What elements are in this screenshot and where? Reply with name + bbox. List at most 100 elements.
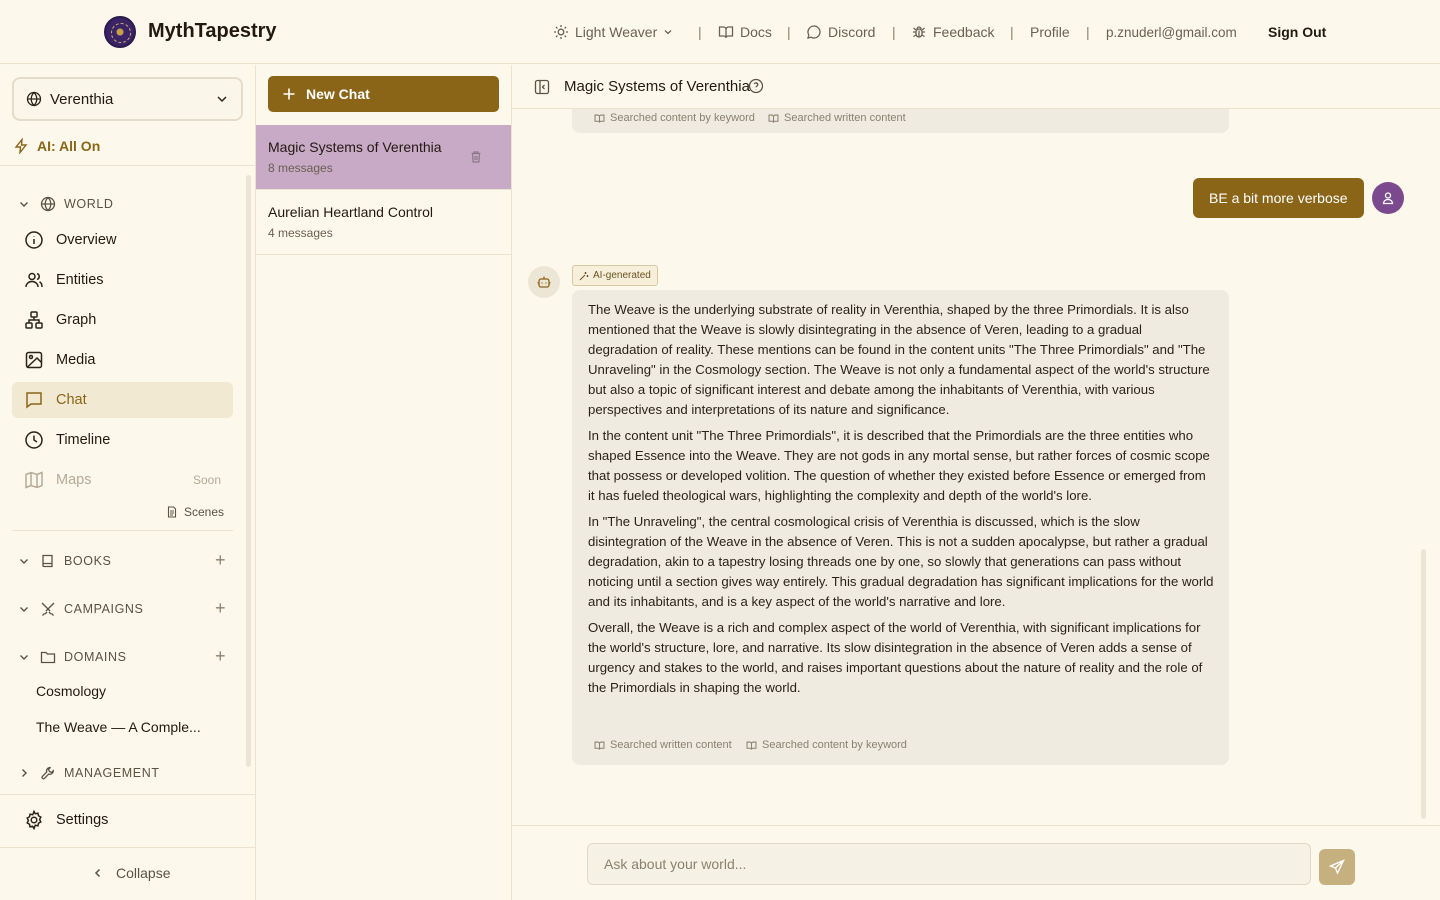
nav-media[interactable]: Media xyxy=(12,342,233,378)
chat-list-item[interactable]: Magic Systems of Verenthia 8 messages xyxy=(256,125,511,190)
book-open-icon xyxy=(768,114,779,123)
ai-status-toggle[interactable]: AI: All On xyxy=(13,138,100,154)
wrench-icon xyxy=(41,766,54,780)
map-icon xyxy=(25,471,43,489)
chat-meta: 8 messages xyxy=(268,161,333,175)
management-section-header[interactable]: MANAGEMENT xyxy=(18,765,160,781)
chevron-down-icon xyxy=(217,96,227,103)
trash-icon[interactable] xyxy=(469,150,483,164)
ai-generated-badge: AI-generated xyxy=(572,265,658,286)
collapse-sidebar-button[interactable]: Collapse xyxy=(92,865,170,881)
nav-separator: | xyxy=(698,24,702,40)
chevron-right-icon xyxy=(22,769,27,777)
divider xyxy=(0,165,256,166)
message-circle-icon xyxy=(807,25,821,39)
source-chip[interactable]: Searched content by keyword xyxy=(594,112,755,124)
chat-icon xyxy=(26,392,42,409)
domain-item[interactable]: The Weave — A Comple... xyxy=(36,719,201,735)
globe-icon xyxy=(40,196,56,212)
conversation-header: Magic Systems of Verenthia xyxy=(512,65,1440,109)
sun-icon xyxy=(554,25,568,39)
world-selector[interactable]: Verenthia xyxy=(12,77,243,121)
file-text-icon xyxy=(167,506,177,518)
book-open-icon xyxy=(718,26,734,39)
books-section-header[interactable]: BOOKS xyxy=(18,553,111,569)
send-button[interactable] xyxy=(1319,849,1355,885)
nav-separator: | xyxy=(892,24,896,40)
chevron-down-icon xyxy=(20,559,28,564)
ai-paragraph: In the content unit "The Three Primordia… xyxy=(588,428,1210,503)
nav-graph[interactable]: Graph xyxy=(12,302,233,338)
help-circle-icon[interactable] xyxy=(748,78,764,94)
campaigns-section-header[interactable]: CAMPAIGNS xyxy=(18,601,144,617)
chat-list-panel: New Chat Magic Systems of Verenthia 8 me… xyxy=(256,65,512,900)
conversation-title: Magic Systems of Verenthia xyxy=(564,78,750,95)
source-chip[interactable]: Searched content by keyword xyxy=(746,739,907,751)
brand-logo[interactable] xyxy=(104,16,136,48)
assistant-avatar xyxy=(528,266,560,298)
nav-entities[interactable]: Entities xyxy=(12,262,233,298)
docs-link[interactable]: Docs xyxy=(718,22,772,42)
user-message: BE a bit more verbose xyxy=(1193,178,1364,218)
message-scrollbar[interactable] xyxy=(1421,549,1426,819)
source-chip[interactable]: Searched written content xyxy=(768,112,906,124)
profile-link[interactable]: Profile xyxy=(1030,22,1070,42)
globe-icon xyxy=(26,91,42,107)
feedback-link[interactable]: Feedback xyxy=(911,22,994,42)
scenes-link[interactable]: Scenes xyxy=(166,505,224,519)
bot-icon xyxy=(537,276,551,288)
theme-label: Light Weaver xyxy=(575,24,658,40)
plus-icon xyxy=(283,88,295,100)
chat-input[interactable] xyxy=(587,843,1311,885)
sidebar-scrollbar[interactable] xyxy=(246,175,251,767)
discord-link[interactable]: Discord xyxy=(806,22,875,42)
chevron-down-icon xyxy=(20,655,28,660)
world-name: Verenthia xyxy=(50,90,114,108)
zap-icon xyxy=(14,138,28,154)
book-icon xyxy=(42,554,53,568)
message-list[interactable]: Searched content by keyword Searched wri… xyxy=(512,109,1440,825)
book-open-icon xyxy=(594,114,605,123)
user-icon xyxy=(1382,192,1394,205)
previous-ai-message: Searched content by keyword Searched wri… xyxy=(572,109,1229,133)
conversation-panel: Magic Systems of Verenthia Searched cont… xyxy=(512,65,1440,900)
chevron-down-icon xyxy=(20,202,28,207)
brand-name[interactable]: MythTapestry xyxy=(148,20,277,43)
book-open-icon xyxy=(746,741,757,750)
add-book-button[interactable]: + xyxy=(215,551,226,569)
source-chip[interactable]: Searched written content xyxy=(594,739,732,751)
divider xyxy=(12,530,233,531)
domain-item[interactable]: Cosmology xyxy=(36,683,106,699)
users-icon xyxy=(25,272,43,288)
chevron-left-icon xyxy=(94,868,101,878)
ai-paragraph: The Weave is the underlying substrate of… xyxy=(588,302,1210,417)
add-domain-button[interactable]: + xyxy=(215,647,226,665)
domains-section-header[interactable]: DOMAINS xyxy=(18,649,127,665)
nav-separator: | xyxy=(1010,24,1014,40)
nav-timeline[interactable]: Timeline xyxy=(12,422,233,458)
settings-link[interactable]: Settings xyxy=(24,810,108,830)
sign-out-button[interactable]: Sign Out xyxy=(1268,22,1326,42)
ai-message: The Weave is the underlying substrate of… xyxy=(572,290,1229,765)
nav-chat[interactable]: Chat xyxy=(12,382,233,418)
nav-separator: | xyxy=(787,24,791,40)
user-avatar xyxy=(1372,182,1404,214)
ai-paragraph: Overall, the Weave is a rich and complex… xyxy=(588,620,1203,695)
nav-overview[interactable]: Overview xyxy=(12,222,233,258)
world-section-header[interactable]: WORLD xyxy=(18,196,114,212)
image-icon xyxy=(25,351,43,369)
gear-icon xyxy=(26,810,42,830)
composer xyxy=(512,825,1440,900)
top-header: MythTapestry Light Weaver | Docs | Disco… xyxy=(0,0,1440,64)
clock-icon xyxy=(25,431,43,449)
nav-separator: | xyxy=(1086,24,1090,40)
theme-selector[interactable]: Light Weaver xyxy=(553,22,673,42)
panel-toggle-icon[interactable] xyxy=(534,79,550,95)
chat-list-item[interactable]: Aurelian Heartland Control 4 messages xyxy=(256,190,511,255)
folder-icon xyxy=(40,651,56,664)
chevron-down-icon xyxy=(664,30,672,35)
add-campaign-button[interactable]: + xyxy=(215,599,226,617)
nav-maps: Maps Soon xyxy=(12,462,233,498)
new-chat-button[interactable]: New Chat xyxy=(268,76,499,112)
divider xyxy=(0,794,256,795)
